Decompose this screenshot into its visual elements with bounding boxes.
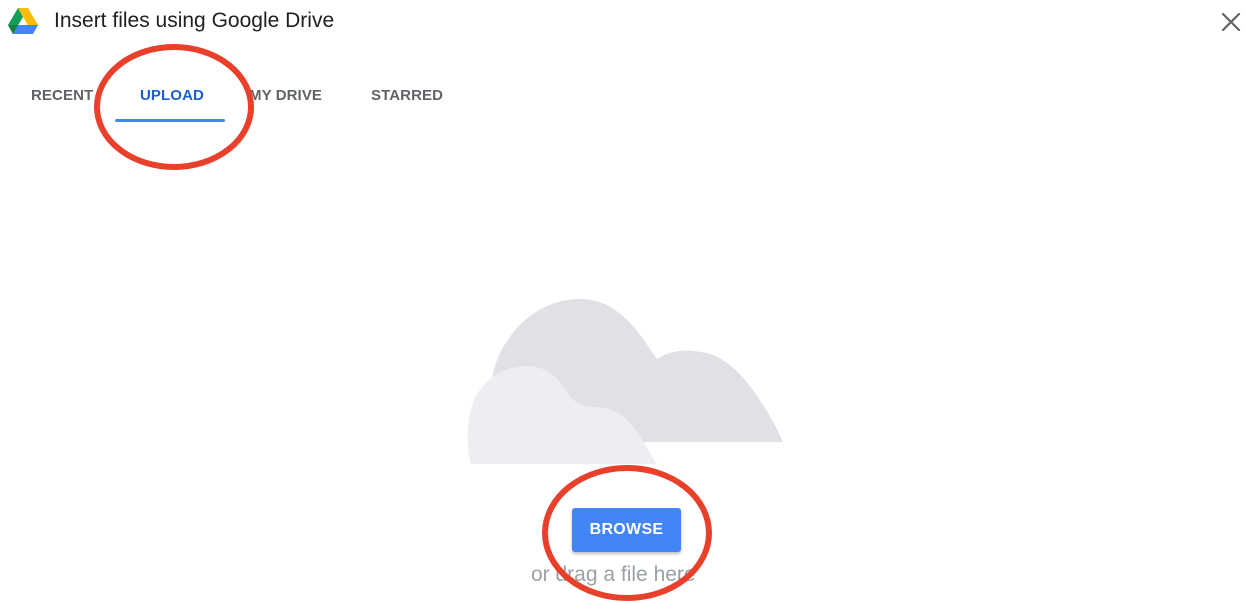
- tab-upload[interactable]: UPLOAD: [140, 72, 204, 124]
- tab-bar: RECENT UPLOAD MY DRIVE STARRED: [0, 72, 1246, 126]
- drag-hint-text: or drag a file here: [531, 563, 696, 586]
- tab-my-drive[interactable]: MY DRIVE: [249, 72, 322, 124]
- dialog-title: Insert files using Google Drive: [54, 9, 335, 32]
- close-icon[interactable]: [1218, 9, 1244, 35]
- tab-recent[interactable]: RECENT: [31, 72, 93, 124]
- dialog-header: Insert files using Google Drive: [0, 0, 1246, 46]
- google-drive-icon: [8, 8, 38, 34]
- tab-starred[interactable]: STARRED: [371, 72, 443, 124]
- google-drive-picker-dialog: Insert files using Google Drive RECENT U…: [0, 0, 1246, 603]
- cloud-icon: [467, 298, 783, 464]
- browse-button[interactable]: BROWSE: [572, 508, 681, 552]
- active-tab-indicator: [115, 119, 225, 122]
